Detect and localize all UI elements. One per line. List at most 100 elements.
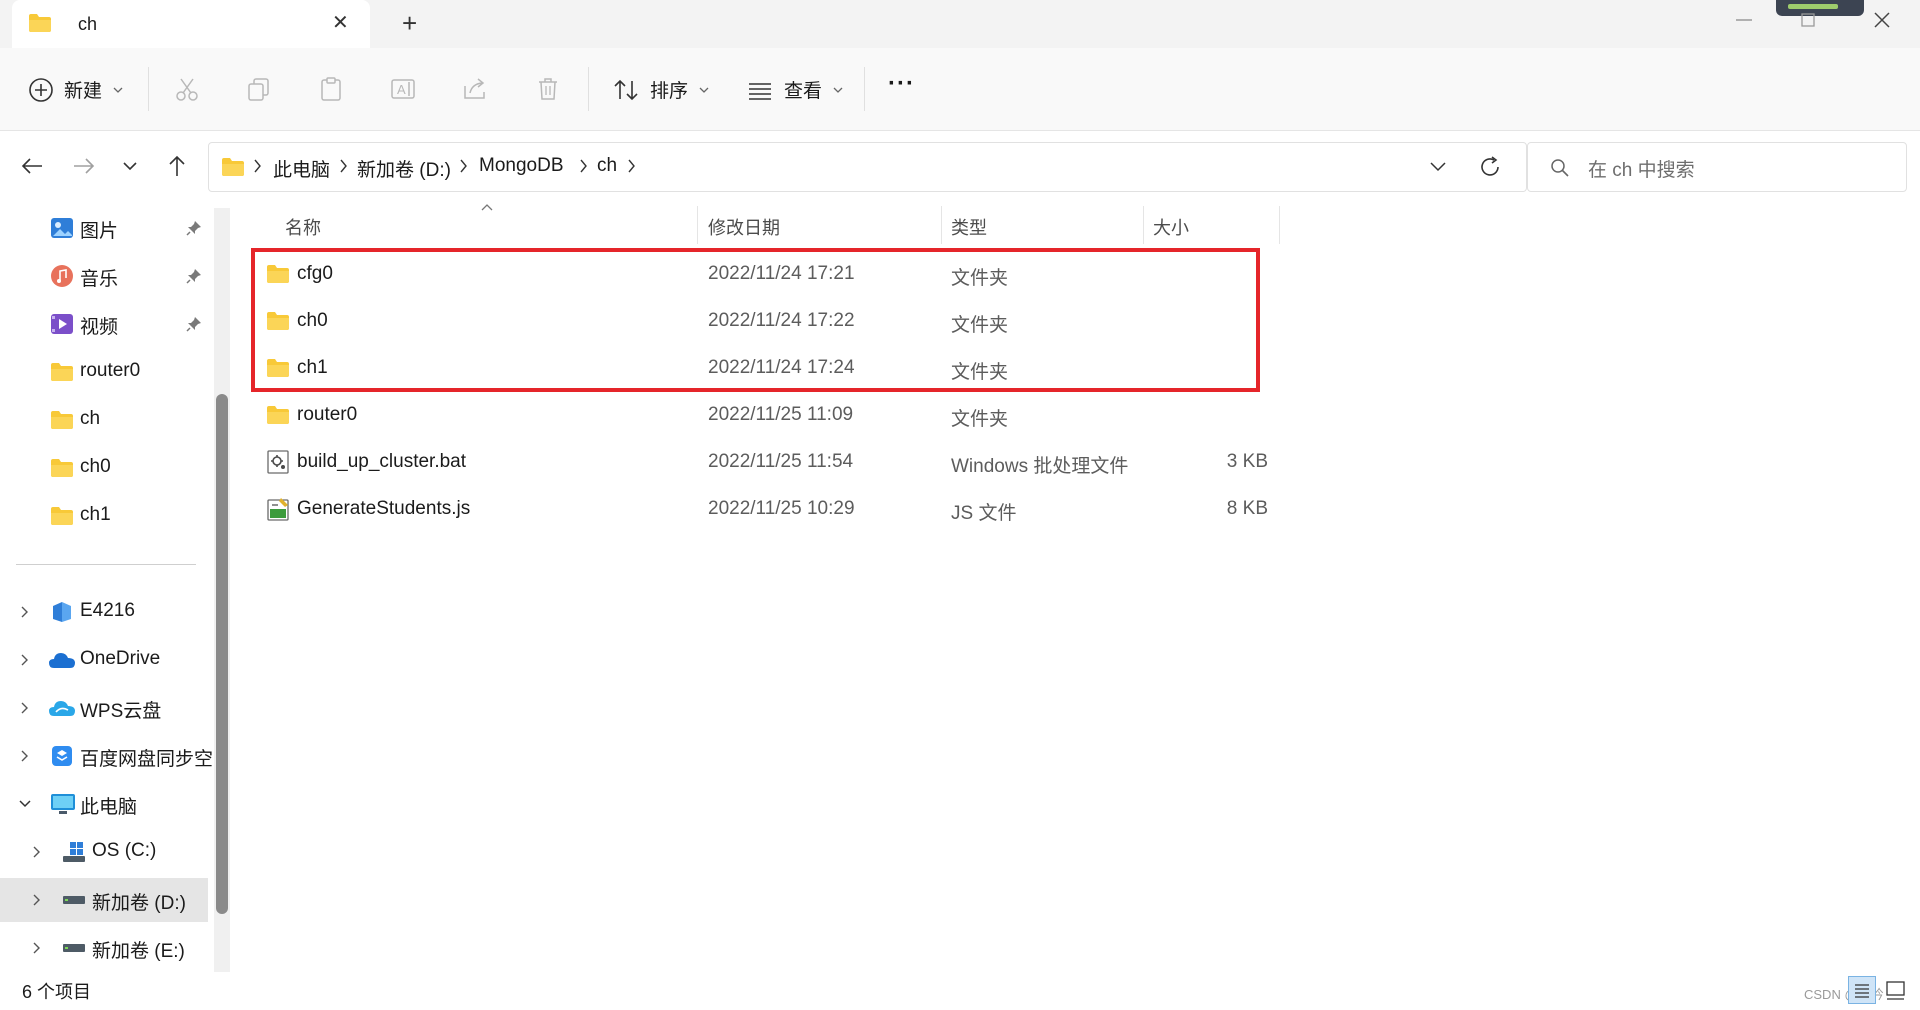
expand-chevron-icon[interactable] [32, 845, 42, 859]
nav-item-ch0[interactable]: ch0 [0, 446, 208, 490]
file-type: JS 文件 [951, 503, 1017, 524]
back-icon[interactable] [20, 155, 44, 177]
new-tab-button[interactable]: + [402, 8, 417, 39]
search-box[interactable]: 在 ch 中搜索 [1527, 142, 1907, 192]
nav-label: ch1 [80, 504, 111, 525]
tiles-view-icon[interactable] [1884, 978, 1908, 1002]
nav-scrollbar-thumb[interactable] [216, 394, 228, 914]
column-separator[interactable] [1143, 206, 1144, 244]
file-row[interactable]: GenerateStudents.js 2022/11/25 10:29 JS … [250, 486, 1274, 533]
recent-locations-icon[interactable] [122, 160, 138, 172]
nav-item-music[interactable]: 音乐 [0, 254, 208, 298]
nav-label: WPS云盘 [80, 701, 162, 722]
column-separator[interactable] [697, 206, 698, 244]
address-history-chevron-icon[interactable] [1429, 161, 1447, 173]
breadcrumb-chevron-icon[interactable] [459, 157, 469, 175]
folder-icon [50, 361, 74, 383]
expand-chevron-icon[interactable] [20, 701, 30, 715]
breadcrumb-chevron-icon[interactable] [627, 157, 637, 175]
batch-file-icon [266, 450, 290, 474]
expand-chevron-icon[interactable] [32, 893, 42, 907]
expand-chevron-icon[interactable] [20, 653, 30, 667]
nav-label: 新加卷 (D:) [92, 893, 186, 914]
drive-icon [62, 894, 86, 906]
nav-item-pictures[interactable]: 图片 [0, 206, 208, 250]
nav-item-this-pc[interactable]: 此电脑 [0, 782, 208, 826]
music-icon [50, 264, 74, 288]
details-view-icon[interactable] [1848, 976, 1876, 1004]
nav-item-onedrive[interactable]: OneDrive [0, 638, 208, 682]
videos-icon [50, 312, 74, 336]
view-button[interactable]: 查看 [746, 76, 844, 103]
close-tab-icon[interactable]: ✕ [332, 10, 349, 35]
title-bar: ch ✕ + [0, 0, 1920, 48]
nav-item-baidu-netdisk[interactable]: 百度网盘同步空 [0, 734, 213, 778]
folder-icon [50, 505, 74, 527]
chevron-down-icon [832, 85, 844, 95]
breadcrumb-drive-d[interactable]: 新加卷 (D:) [357, 155, 451, 182]
view-label: 查看 [784, 81, 823, 102]
view-list-icon [746, 77, 774, 103]
nav-item-videos[interactable]: 视频 [0, 302, 208, 346]
file-size: 3 KB [1226, 451, 1268, 472]
nav-item-drive-e[interactable]: 新加卷 (E:) [0, 926, 208, 970]
nav-item-drive-d[interactable]: 新加卷 (D:) [0, 878, 208, 922]
close-window-icon[interactable] [1872, 10, 1892, 30]
expand-chevron-icon[interactable] [20, 605, 30, 619]
tab-ch[interactable]: ch ✕ [12, 0, 370, 48]
breadcrumb-this-pc[interactable]: 此电脑 [273, 155, 330, 182]
nav-item-e4216[interactable]: E4216 [0, 590, 208, 634]
wps-cloud-icon [48, 698, 76, 718]
cut-icon[interactable] [174, 76, 200, 102]
file-modified: 2022/11/25 11:09 [708, 404, 854, 425]
column-separator[interactable] [1279, 206, 1280, 244]
minimize-icon[interactable] [1734, 10, 1754, 30]
command-bar: 新建 A 排序 查看 ··· [0, 48, 1920, 131]
share-icon[interactable] [462, 76, 490, 102]
breadcrumb-mongodb[interactable]: MongoDB [479, 155, 564, 177]
pin-icon[interactable] [186, 220, 202, 236]
up-icon[interactable] [166, 154, 188, 178]
more-options-button[interactable]: ··· [888, 70, 915, 98]
column-header-modified[interactable]: 修改日期 [708, 214, 780, 240]
svg-text:A: A [397, 82, 406, 97]
column-header-type[interactable]: 类型 [951, 214, 987, 240]
maximize-icon[interactable] [1800, 12, 1816, 28]
nav-label: ch0 [80, 456, 111, 477]
folder-icon [28, 12, 52, 34]
breadcrumb-chevron-icon[interactable] [579, 157, 589, 175]
breadcrumb-chevron-icon[interactable] [253, 157, 263, 175]
nav-item-drive-c[interactable]: OS (C:) [0, 830, 208, 874]
rename-icon[interactable]: A [390, 76, 418, 102]
expand-chevron-icon[interactable] [20, 749, 30, 763]
sort-ascending-icon [480, 202, 494, 212]
nav-item-router0[interactable]: router0 [0, 350, 208, 394]
forward-icon[interactable] [72, 155, 96, 177]
breadcrumb-chevron-icon[interactable] [339, 157, 349, 175]
copy-icon[interactable] [246, 76, 272, 102]
nav-label: ch [80, 408, 101, 429]
pin-icon[interactable] [186, 316, 202, 332]
column-header-size[interactable]: 大小 [1153, 214, 1189, 240]
address-bar[interactable]: 此电脑 新加卷 (D:) MongoDB ch [208, 142, 1527, 192]
pictures-icon [50, 216, 74, 240]
paste-icon[interactable] [318, 76, 344, 102]
delete-icon[interactable] [536, 76, 560, 102]
collapse-chevron-icon[interactable] [18, 799, 32, 809]
column-separator[interactable] [941, 206, 942, 244]
new-button[interactable]: 新建 [28, 76, 124, 103]
file-row[interactable]: router0 2022/11/25 11:09 文件夹 [250, 392, 1274, 439]
nav-item-ch[interactable]: ch [0, 398, 208, 442]
new-label: 新建 [64, 81, 103, 102]
nav-item-ch1[interactable]: ch1 [0, 494, 208, 538]
pin-icon[interactable] [186, 268, 202, 284]
file-row[interactable]: build_up_cluster.bat 2022/11/25 11:54 Wi… [250, 439, 1274, 486]
column-header-name[interactable]: 名称 [285, 214, 321, 240]
refresh-icon[interactable] [1478, 155, 1502, 179]
file-size: 8 KB [1226, 498, 1268, 519]
expand-chevron-icon[interactable] [32, 941, 42, 955]
windows-drive-icon [62, 840, 86, 864]
breadcrumb-ch[interactable]: ch [597, 155, 617, 177]
nav-item-wps-cloud[interactable]: WPS云盘 [0, 686, 208, 730]
sort-button[interactable]: 排序 [612, 76, 710, 103]
